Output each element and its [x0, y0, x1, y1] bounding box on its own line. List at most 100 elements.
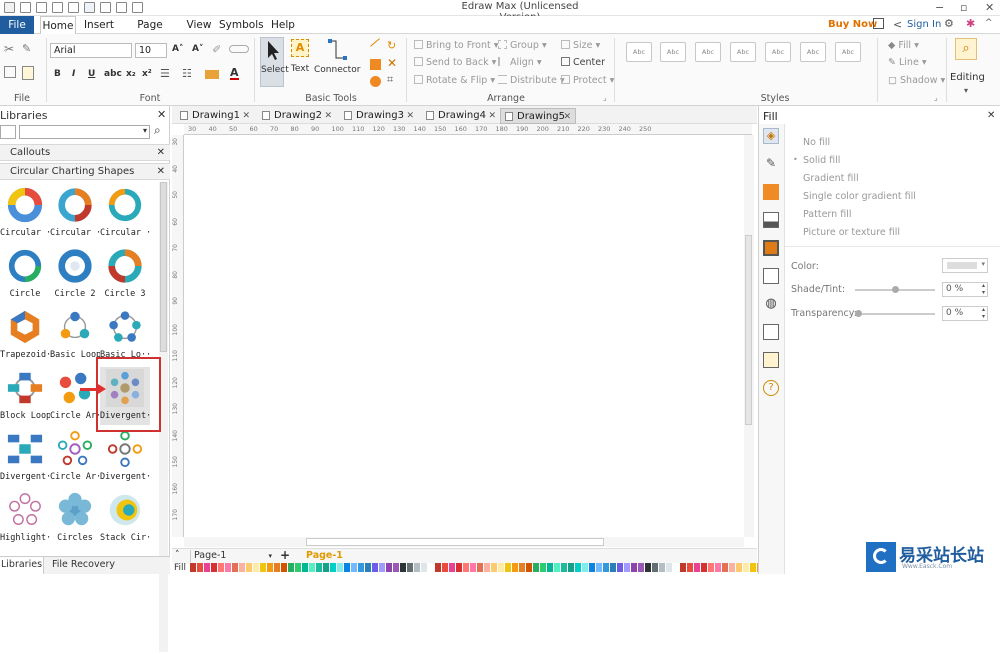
close-tab-icon[interactable]: ✕: [406, 108, 414, 124]
library-shape[interactable]: Circle 3: [100, 245, 150, 303]
sign-in-link[interactable]: Sign In: [907, 19, 941, 30]
size-button[interactable]: Size ▾: [561, 40, 600, 51]
page-select[interactable]: Page-1 ▾: [190, 550, 272, 562]
export-icon[interactable]: [116, 2, 127, 13]
tab-page-layout[interactable]: Page Layout: [121, 16, 179, 49]
palette-swatch[interactable]: [596, 563, 603, 572]
palette-swatch[interactable]: [442, 563, 449, 572]
drawing-tab[interactable]: Drawing1 ✕: [176, 108, 254, 124]
canvas-vscroll-thumb[interactable]: [745, 235, 752, 425]
palette-swatch[interactable]: [295, 563, 302, 572]
close-window-icon[interactable]: ✕: [985, 1, 994, 14]
library-shape[interactable]: Basic Loop: [50, 306, 100, 364]
palette-swatch[interactable]: [274, 563, 281, 572]
palette-swatch[interactable]: [463, 563, 470, 572]
palette-swatch[interactable]: [330, 563, 337, 572]
style-preset-2[interactable]: Abc: [660, 42, 686, 62]
library-shape[interactable]: Divergent···: [0, 428, 50, 486]
palette-swatch[interactable]: [687, 563, 694, 572]
no-fill-option[interactable]: No fill: [803, 137, 830, 148]
palette-swatch[interactable]: [561, 563, 568, 572]
close-tab-icon[interactable]: ✕: [242, 108, 250, 124]
font-size-select[interactable]: 10: [135, 43, 167, 58]
shrink-font-icon[interactable]: A˅: [192, 44, 203, 54]
library-shape[interactable]: Basic Lo···: [100, 306, 150, 364]
palette-swatch[interactable]: [281, 563, 288, 572]
palette-swatch[interactable]: [470, 563, 477, 572]
palette-swatch[interactable]: [190, 563, 197, 572]
palette-swatch[interactable]: [638, 563, 645, 572]
palette-swatch[interactable]: [232, 563, 239, 572]
library-shape[interactable]: Circle 2: [50, 245, 100, 303]
library-menu-icon[interactable]: [0, 125, 16, 139]
palette-swatch[interactable]: [540, 563, 547, 572]
distribute-button[interactable]: Distribute ▾: [498, 75, 565, 86]
canvas-horizontal-scrollbar[interactable]: [184, 537, 744, 547]
palette-swatch[interactable]: [512, 563, 519, 572]
library-shape[interactable]: Circular ···: [50, 184, 100, 242]
redo-icon[interactable]: [36, 2, 47, 13]
drawing-tab[interactable]: Drawing4 ✕: [422, 108, 500, 124]
gradient-fill-option[interactable]: Gradient fill: [803, 173, 859, 184]
maximize-icon[interactable]: ▫: [960, 1, 967, 14]
palette-swatch[interactable]: [645, 563, 652, 572]
line-spacing-icon[interactable]: ☰: [160, 67, 170, 80]
single-color-gradient-option[interactable]: Single color gradient fill: [803, 191, 916, 202]
palette-swatch[interactable]: [421, 563, 428, 572]
fill-panel-close-icon[interactable]: ✕: [987, 110, 995, 121]
transparency-input[interactable]: 0 % ▴ ▾: [942, 306, 988, 321]
help-tab-icon[interactable]: ?: [763, 380, 779, 396]
palette-swatch[interactable]: [680, 563, 687, 572]
format-painter-icon[interactable]: ✎: [22, 42, 31, 55]
connector-tool-button[interactable]: Connector: [314, 38, 360, 86]
palette-swatch[interactable]: [316, 563, 323, 572]
highlight-color-icon[interactable]: [205, 70, 219, 79]
library-shape[interactable]: Block Loop: [0, 367, 50, 425]
ellipse-tool-icon[interactable]: [370, 76, 381, 87]
shade-tint-input[interactable]: 0 % ▴ ▾: [942, 282, 988, 297]
palette-swatch[interactable]: [358, 563, 365, 572]
tab-help[interactable]: Help: [268, 16, 298, 34]
strikethrough-icon[interactable]: abc: [104, 69, 122, 79]
palette-swatch[interactable]: [666, 563, 673, 572]
cut-icon[interactable]: ✂: [4, 42, 14, 56]
palette-swatch[interactable]: [498, 563, 505, 572]
canvas-vertical-scrollbar[interactable]: [744, 135, 754, 537]
tab-insert[interactable]: Insert: [82, 16, 116, 34]
palette-swatch[interactable]: [722, 563, 729, 572]
section-circular-close-icon[interactable]: ✕: [157, 164, 165, 179]
library-search-input[interactable]: ▾: [19, 125, 150, 139]
palette-swatch[interactable]: [603, 563, 610, 572]
palette-swatch[interactable]: [386, 563, 393, 572]
undo-icon[interactable]: [20, 2, 31, 13]
style-preset-5[interactable]: Abc: [765, 42, 791, 62]
tab-symbols[interactable]: Symbols: [219, 16, 264, 34]
group-button[interactable]: Group ▾: [498, 40, 547, 51]
palette-swatch[interactable]: [743, 563, 750, 572]
transparency-slider[interactable]: [855, 313, 935, 315]
library-shape[interactable]: Circles: [50, 489, 100, 547]
palette-swatch[interactable]: [372, 563, 379, 572]
skin-icon[interactable]: ✱: [966, 17, 975, 30]
text-tool-button[interactable]: A Text: [289, 38, 311, 86]
palette-swatch[interactable]: [568, 563, 575, 572]
tab-libraries[interactable]: Libraries: [0, 557, 44, 574]
protect-button[interactable]: Protect ▾: [561, 75, 614, 86]
palette-swatch[interactable]: [554, 563, 561, 572]
library-shape[interactable]: Divergent···: [100, 428, 150, 486]
cart-icon[interactable]: [873, 18, 884, 29]
minimize-icon[interactable]: −: [935, 1, 944, 14]
ribbon-collapse-icon[interactable]: ^: [985, 18, 993, 28]
palette-swatch[interactable]: [449, 563, 456, 572]
editing-search-icon[interactable]: ⌕: [955, 38, 977, 60]
subscript-icon[interactable]: x₂: [126, 69, 136, 79]
close-tab-icon[interactable]: ✕: [563, 109, 571, 125]
editing-button[interactable]: Editing: [950, 72, 985, 83]
image-tab-icon[interactable]: [763, 212, 779, 228]
palette-swatch[interactable]: [267, 563, 274, 572]
copy-icon[interactable]: [4, 66, 16, 78]
grow-font-icon[interactable]: A˄: [172, 44, 183, 54]
palette-swatch[interactable]: [659, 563, 666, 572]
align-button[interactable]: Align ▾: [498, 57, 542, 68]
drawing-tab[interactable]: Drawing5 ✕: [500, 108, 576, 124]
